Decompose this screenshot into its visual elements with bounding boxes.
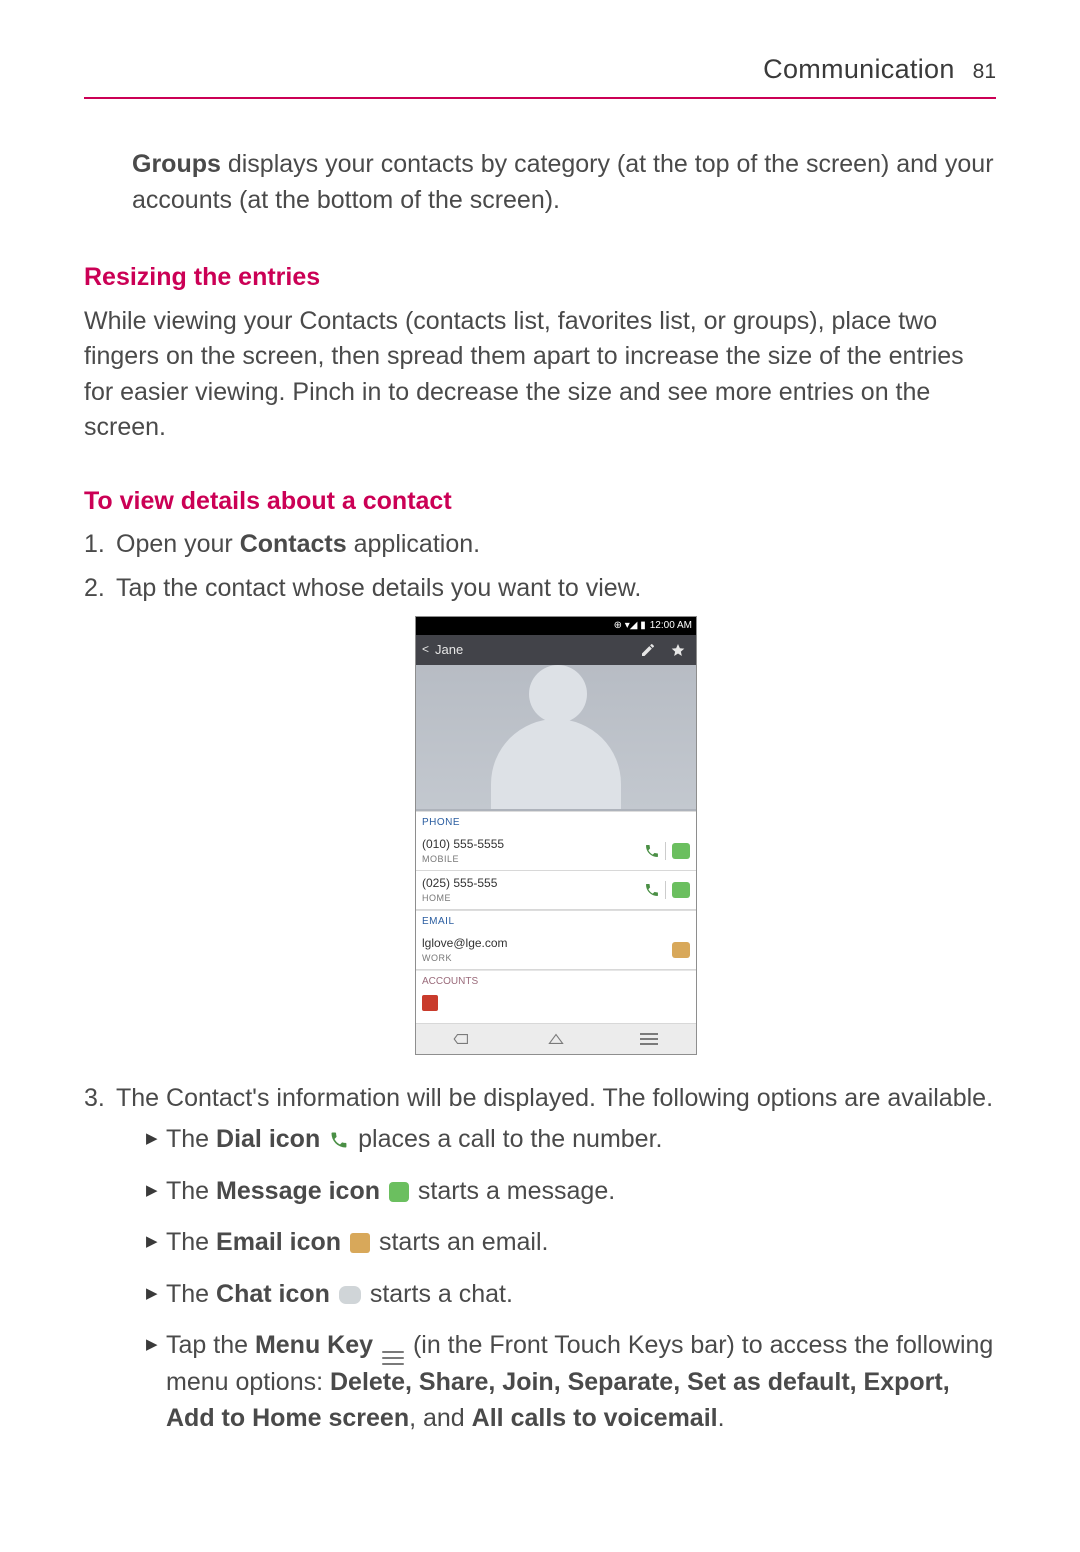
status-icons: ⊕ ▾◢ ▮ <box>614 619 646 633</box>
bullet-icon: ▶ <box>146 1180 166 1201</box>
t: Tap the <box>166 1331 255 1359</box>
step-1: Open your Contacts application. <box>84 527 996 563</box>
status-bar: ⊕ ▾◢ ▮ 12:00 AM <box>416 617 696 635</box>
bullet-icon: ▶ <box>146 1334 166 1355</box>
message-icon[interactable] <box>672 882 690 898</box>
sub-list: ▶ The Dial icon places a call to the num… <box>116 1122 996 1436</box>
sub-email: ▶ The Email icon starts an email. <box>146 1225 996 1261</box>
phone-type-home: HOME <box>422 892 637 905</box>
message-icon[interactable] <box>672 843 690 859</box>
chat-icon <box>339 1286 361 1304</box>
phone-row-mobile[interactable]: (010) 555-5555 MOBILE <box>416 832 696 871</box>
t: All calls to voicemail <box>472 1404 718 1432</box>
steps-list: Open your Contacts application. Tap the … <box>84 527 996 1452</box>
t: starts an email. <box>372 1228 548 1256</box>
menu-key-icon <box>382 1351 404 1365</box>
sub-message: ▶ The Message icon starts a message. <box>146 1174 996 1210</box>
home-key-icon[interactable] <box>509 1024 602 1054</box>
section-view-details: To view details about a contact Open you… <box>84 484 996 1453</box>
contact-photo <box>416 665 696 811</box>
account-row[interactable] <box>416 991 696 1024</box>
dial-icon[interactable] <box>641 879 663 901</box>
step1-text-c: application. <box>347 530 480 558</box>
phone-type-mobile: MOBILE <box>422 853 637 866</box>
t: . <box>718 1404 725 1432</box>
email-section-label: EMAIL <box>416 910 696 931</box>
email-icon[interactable] <box>672 942 690 958</box>
favorite-star-icon[interactable] <box>666 640 690 660</box>
dial-icon[interactable] <box>641 840 663 862</box>
t: , and <box>409 1404 472 1432</box>
step1-text-b: Contacts <box>240 530 347 558</box>
email-icon <box>350 1233 370 1253</box>
t: places a call to the number. <box>351 1125 662 1153</box>
section-resizing: Resizing the entries While viewing your … <box>84 260 996 446</box>
step1-text-a: Open your <box>116 530 240 558</box>
t: The <box>166 1125 216 1153</box>
section-title: Communication <box>763 54 954 85</box>
sub-menu: ▶ Tap the Menu Key (in the Front Touch K… <box>146 1328 996 1436</box>
accounts-section-label: ACCOUNTS <box>416 970 696 991</box>
phone-screenshot: ⊕ ▾◢ ▮ 12:00 AM < Jane <box>415 616 697 1055</box>
sub-chat: ▶ The Chat icon starts a chat. <box>146 1277 996 1313</box>
bullet-icon: ▶ <box>146 1128 166 1149</box>
divider <box>665 881 666 899</box>
t: starts a chat. <box>363 1280 513 1308</box>
step2-text: Tap the contact whose details you want t… <box>116 574 641 602</box>
page-body: Groups displays your contacts by categor… <box>84 147 996 1452</box>
sub-dial: ▶ The Dial icon places a call to the num… <box>146 1122 996 1158</box>
message-icon <box>389 1182 409 1202</box>
groups-label: Groups <box>132 150 221 178</box>
step3-text: The Contact's information will be displa… <box>116 1084 993 1112</box>
t: Menu Key <box>255 1331 373 1359</box>
contact-name: Jane <box>435 641 630 659</box>
t: The <box>166 1280 216 1308</box>
heading-resizing: Resizing the entries <box>84 260 996 296</box>
back-chevron-icon[interactable]: < <box>422 641 429 658</box>
bullet-icon: ▶ <box>146 1283 166 1304</box>
t: Email icon <box>216 1228 341 1256</box>
resizing-paragraph: While viewing your Contacts (contacts li… <box>84 304 996 446</box>
t: Dial icon <box>216 1125 320 1153</box>
email-row[interactable]: lglove@lge.com WORK <box>416 931 696 970</box>
phone-number-home: (025) 555-555 <box>422 875 637 892</box>
status-time: 12:00 AM <box>650 619 692 633</box>
step-2: Tap the contact whose details you want t… <box>84 571 996 1073</box>
manual-page: Communication 81 Groups displays your co… <box>0 0 1080 1552</box>
phone-section-label: PHONE <box>416 811 696 832</box>
front-touch-keys <box>416 1024 696 1054</box>
running-header: Communication 81 <box>84 54 996 85</box>
phone-row-home[interactable]: (025) 555-555 HOME <box>416 871 696 910</box>
email-address: lglove@lge.com <box>422 935 668 952</box>
t: The <box>166 1177 216 1205</box>
t: starts a message. <box>411 1177 615 1205</box>
contact-app-bar: < Jane <box>416 635 696 665</box>
t: Chat icon <box>216 1280 330 1308</box>
menu-key-icon[interactable] <box>603 1024 696 1054</box>
step-3: The Contact's information will be displa… <box>84 1081 996 1453</box>
email-type: WORK <box>422 952 668 965</box>
groups-paragraph: Groups displays your contacts by categor… <box>132 147 996 218</box>
back-key-icon[interactable] <box>416 1024 509 1054</box>
google-plus-icon <box>422 995 438 1011</box>
dial-icon <box>329 1125 349 1145</box>
edit-icon[interactable] <box>636 640 660 660</box>
page-number: 81 <box>973 60 996 84</box>
groups-desc: displays your contacts by category (at t… <box>132 150 994 214</box>
divider <box>665 842 666 860</box>
t: Message icon <box>216 1177 380 1205</box>
t: The <box>166 1228 216 1256</box>
silhouette-icon <box>491 719 621 811</box>
phone-number-mobile: (010) 555-5555 <box>422 836 637 853</box>
header-rule <box>84 97 996 99</box>
bullet-icon: ▶ <box>146 1231 166 1252</box>
heading-view-details: To view details about a contact <box>84 484 996 520</box>
